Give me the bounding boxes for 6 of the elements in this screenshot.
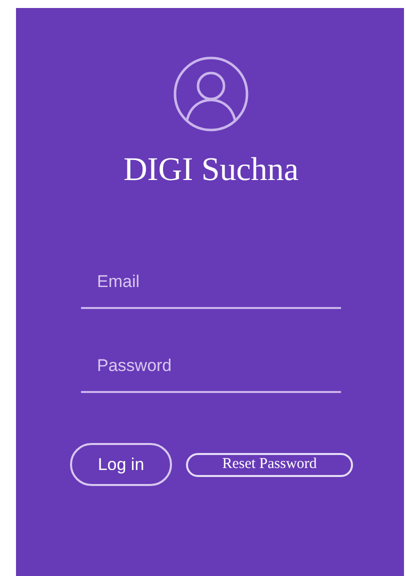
login-button[interactable]: Log in bbox=[70, 443, 172, 486]
app-title: DIGI Suchna bbox=[123, 154, 299, 187]
input-field[interactable]: Email bbox=[81, 259, 341, 309]
reset-password-button[interactable]: Reset Password bbox=[186, 452, 353, 476]
user-icon bbox=[173, 56, 249, 132]
input-field[interactable]: Password bbox=[81, 343, 341, 393]
